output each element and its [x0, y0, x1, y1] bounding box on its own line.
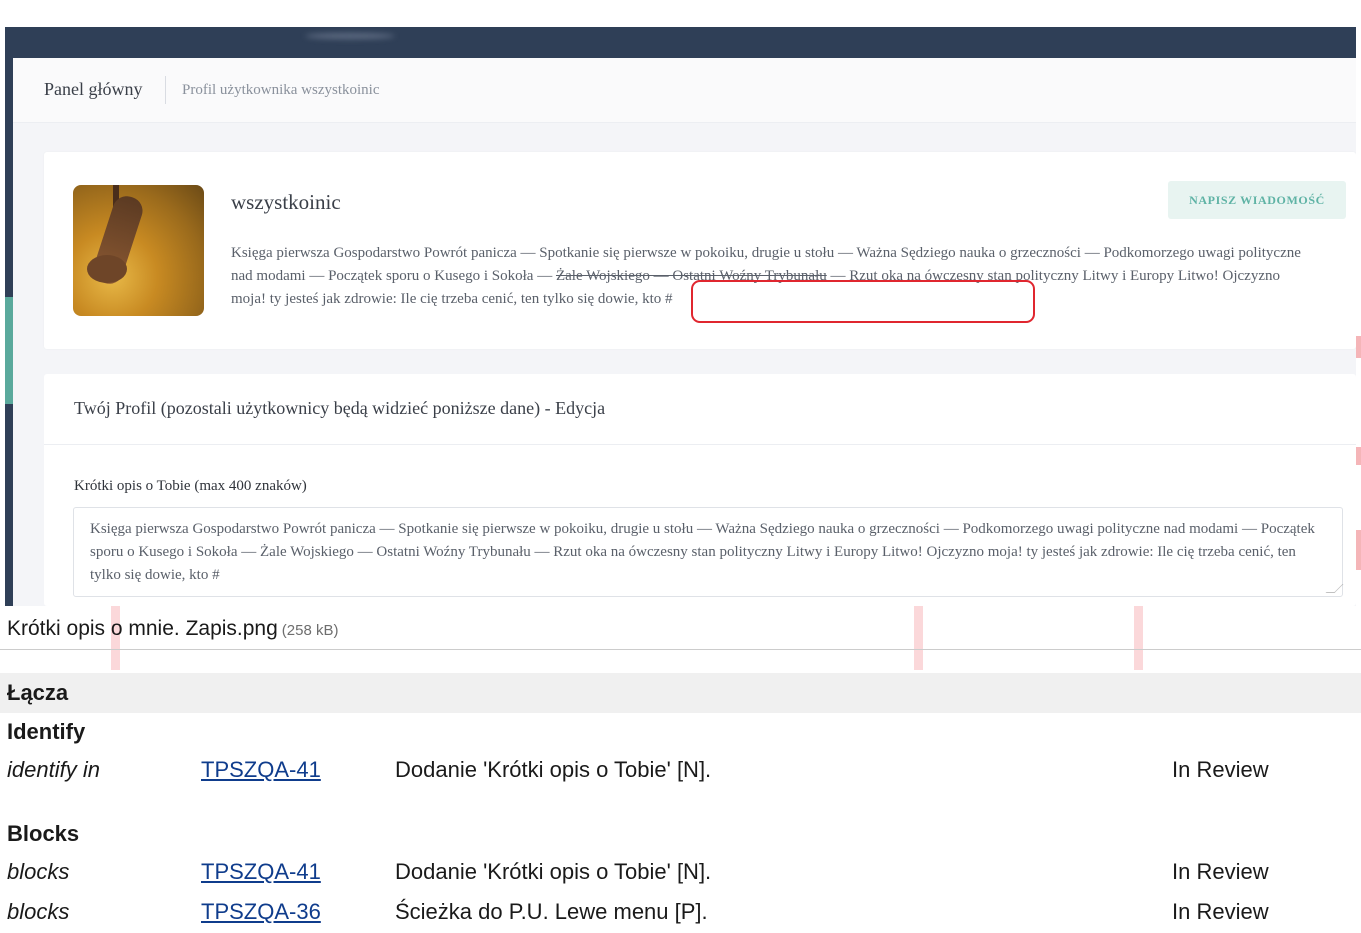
edit-card-title: Twój Profil (pozostali użytkownicy będą …	[74, 398, 606, 418]
screenshot-attachment[interactable]: Panel główny Profil użytkownika wszystko…	[5, 27, 1356, 606]
issue-summary: Ścieżka do P.U. Lewe menu [P].	[395, 899, 708, 924]
breadcrumb-home[interactable]: Panel główny	[44, 79, 143, 100]
links-section-header: Łącza	[0, 673, 1361, 713]
section-divider	[0, 649, 1361, 650]
resize-grip-icon[interactable]	[1325, 584, 1344, 593]
link-row: blocks TPSZQA-36 Ścieżka do P.U. Lewe me…	[0, 892, 1361, 932]
send-message-button[interactable]: NAPISZ WIADOMOŚĆ	[1168, 181, 1346, 219]
link-row: identify in TPSZQA-41 Dodanie 'Krótki op…	[0, 750, 1361, 790]
highlight-annotation-box	[691, 280, 1035, 323]
attachment-caption: Krótki opis o mnie. Zapis.png (258 kB)	[7, 617, 339, 641]
link-type: blocks	[7, 859, 70, 884]
short-bio-value: Księga pierwsza Gospodarstwo Powrót pani…	[90, 521, 1315, 583]
background-mark	[914, 606, 923, 670]
profile-edit-card: Twój Profil (pozostali użytkownicy będą …	[44, 374, 1356, 606]
background-mark	[1134, 606, 1143, 670]
link-type: identify in	[7, 757, 100, 782]
breadcrumb-current: Profil użytkownika wszystkoinic	[182, 82, 380, 98]
background-mark	[1356, 447, 1361, 465]
issue-key-link[interactable]: TPSZQA-41	[201, 859, 321, 885]
profile-username: wszystkoinic	[231, 190, 341, 214]
issue-key-link[interactable]: TPSZQA-36	[201, 899, 321, 925]
links-section-title: Łącza	[7, 680, 69, 705]
issue-key-link[interactable]: TPSZQA-41	[201, 757, 321, 783]
avatar	[73, 185, 204, 316]
sidebar-active-marker	[5, 297, 13, 404]
breadcrumb: Panel główny Profil użytkownika wszystko…	[13, 58, 1356, 123]
divider	[44, 444, 1356, 445]
issue-status: In Review	[1172, 899, 1269, 924]
app-topbar	[5, 27, 1356, 58]
issue-summary: Dodanie 'Krótki opis o Tobie' [N].	[395, 859, 712, 884]
breadcrumb-separator	[165, 76, 166, 104]
link-type: blocks	[7, 899, 70, 924]
short-bio-label: Krótki opis o Tobie (max 400 znaków)	[74, 478, 307, 494]
link-row: blocks TPSZQA-41 Dodanie 'Krótki opis o …	[0, 852, 1361, 892]
attachment-filename[interactable]: Krótki opis o mnie. Zapis.png	[7, 617, 278, 640]
issue-status: In Review	[1172, 757, 1269, 782]
issue-summary: Dodanie 'Krótki opis o Tobie' [N].	[395, 757, 712, 782]
short-bio-textarea[interactable]: Księga pierwsza Gospodarstwo Powrót pani…	[73, 507, 1344, 597]
attachment-size: (258 kB)	[281, 622, 339, 639]
app-left-sidebar	[5, 58, 13, 606]
link-group-title-blocks: Blocks	[7, 821, 80, 846]
issue-status: In Review	[1172, 859, 1269, 884]
background-mark	[1356, 530, 1361, 570]
background-mark	[1356, 336, 1361, 358]
link-group-title-identify: Identify	[7, 719, 86, 744]
